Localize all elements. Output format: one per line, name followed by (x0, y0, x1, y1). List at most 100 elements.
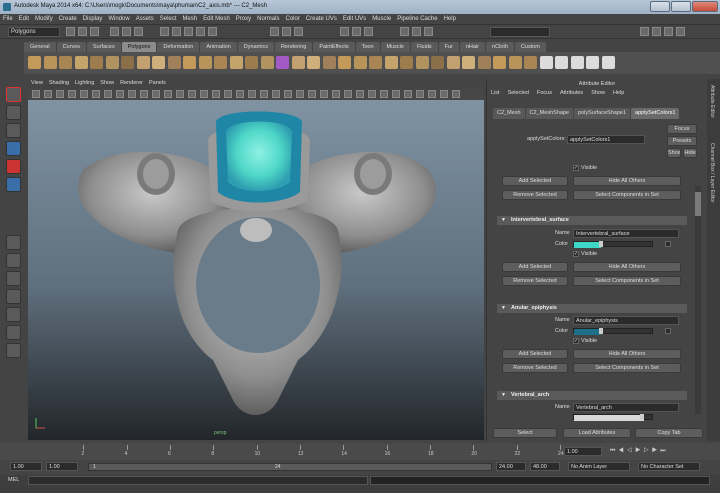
hide-all-others-button[interactable]: Hide All Others (573, 349, 681, 359)
shelf-tool-icon[interactable] (276, 56, 289, 69)
shelf-tool-icon[interactable] (601, 56, 615, 69)
viewport-toolbar-icon[interactable] (176, 90, 184, 98)
set-section-header[interactable]: ▼ Anular_epiphysis (497, 304, 687, 313)
command-input[interactable] (28, 476, 368, 485)
new-scene-icon[interactable] (66, 27, 75, 36)
menu-color[interactable]: Color (282, 14, 302, 22)
pick-mask-icon[interactable] (196, 27, 205, 36)
shelf-tool-icon[interactable] (322, 56, 336, 69)
shelf-tool-icon[interactable] (431, 56, 444, 69)
ae-menu-help[interactable]: Help (609, 89, 628, 97)
focus-button[interactable]: Focus (667, 124, 697, 134)
show-hide-tool-settings-icon[interactable] (664, 27, 673, 36)
viewport-toolbar-icon[interactable] (236, 90, 244, 98)
range-slider[interactable]: 1 24 (88, 463, 492, 471)
viewport-toolbar-icon[interactable] (416, 90, 424, 98)
shelf-tab-painteffects[interactable]: PaintEffects (313, 42, 355, 52)
snap-point-icon[interactable] (294, 27, 303, 36)
scale-tool-icon[interactable] (6, 177, 21, 192)
select-hierarchy-icon[interactable] (110, 27, 119, 36)
visible-checkbox[interactable]: ✓ (573, 338, 579, 344)
node-tab-c2_meshshape[interactable]: C2_MeshShape (525, 108, 573, 119)
history-icon[interactable] (352, 27, 361, 36)
add-selected-button[interactable]: Add Selected (502, 349, 568, 359)
pick-mask-icon[interactable] (172, 27, 181, 36)
shelf-tool-icon[interactable] (539, 56, 553, 69)
menu-edit-mesh[interactable]: Edit Mesh (200, 14, 233, 22)
viewport-toolbar-icon[interactable] (92, 90, 100, 98)
viewport-toolbar-icon[interactable] (164, 90, 172, 98)
ae-menu-show[interactable]: Show (587, 89, 609, 97)
viewport-menu-show[interactable]: Show (97, 79, 117, 87)
shelf-tool-icon[interactable] (415, 56, 429, 69)
shelf-tab-fluids[interactable]: Fluids (410, 42, 438, 52)
shelf-tool-icon[interactable] (74, 56, 88, 69)
attribute-editor-scrollbar[interactable] (695, 186, 701, 414)
shelf-tab-surfaces[interactable]: Surfaces (87, 42, 121, 52)
viewport-toolbar-icon[interactable] (296, 90, 304, 98)
playback-start-field[interactable]: 1.00 (46, 462, 78, 471)
viewport-toolbar-icon[interactable] (404, 90, 412, 98)
shelf-tool-icon[interactable] (260, 56, 274, 69)
select-component-icon[interactable] (134, 27, 143, 36)
command-language-label[interactable]: MEL (8, 477, 19, 483)
viewport-toolbar-icon[interactable] (392, 90, 400, 98)
node-tab-c2_mesh[interactable]: C2_Mesh (493, 108, 525, 119)
menu-help[interactable]: Help (441, 14, 459, 22)
shelf-tool-icon[interactable] (105, 56, 119, 69)
show-hide-channel-box-icon[interactable] (676, 27, 685, 36)
color-swatch[interactable] (574, 242, 601, 248)
history-icon[interactable] (340, 27, 349, 36)
shelf-tool-icon[interactable] (508, 56, 522, 69)
playback-end-field[interactable]: 24.00 (496, 462, 526, 471)
color-swatch[interactable] (574, 329, 601, 335)
shelf-tab-animation[interactable]: Animation (200, 42, 237, 52)
viewport-toolbar-icon[interactable] (56, 90, 64, 98)
viewport-toolbar-icon[interactable] (308, 90, 316, 98)
close-button[interactable] (692, 1, 718, 12)
minimize-button[interactable] (650, 1, 670, 12)
color-picker-icon[interactable] (665, 328, 671, 334)
shelf-tool-icon[interactable] (90, 56, 103, 69)
copy-tab-button[interactable]: Copy Tab (635, 428, 703, 438)
shelf-tool-icon[interactable] (493, 56, 506, 69)
show-hide-attribute-editor-icon[interactable] (652, 27, 661, 36)
viewport-toolbar-icon[interactable] (212, 90, 220, 98)
viewport-toolbar-icon[interactable] (140, 90, 148, 98)
shelf-tool-icon[interactable] (524, 56, 537, 69)
layout-icon[interactable] (6, 343, 21, 358)
shelf-tool-icon[interactable] (446, 56, 460, 69)
viewport-toolbar-icon[interactable] (248, 90, 256, 98)
menu-select[interactable]: Select (157, 14, 180, 22)
viewport-menu-view[interactable]: View (28, 79, 46, 87)
paint-select-tool-icon[interactable] (6, 123, 21, 138)
shelf-tool-icon[interactable] (245, 56, 258, 69)
layout-icon[interactable] (6, 271, 21, 286)
viewport-toolbar-icon[interactable] (44, 90, 52, 98)
shelf-tab-muscle[interactable]: Muscle (380, 42, 410, 52)
viewport-toolbar-icon[interactable] (260, 90, 268, 98)
shelf-tool-icon[interactable] (586, 56, 599, 69)
viewport-toolbar-icon[interactable] (368, 90, 376, 98)
open-scene-icon[interactable] (78, 27, 87, 36)
menu-create[interactable]: Create (56, 14, 80, 22)
menu-create-uvs[interactable]: Create UVs (303, 14, 340, 22)
viewport-toolbar-icon[interactable] (152, 90, 160, 98)
hide-all-others-button[interactable]: Hide All Others (573, 262, 681, 272)
single-perspective-layout-icon[interactable] (6, 235, 21, 250)
shelf-tool-icon[interactable] (121, 56, 134, 69)
ae-menu-list[interactable]: List (487, 89, 504, 97)
render-icon[interactable] (400, 27, 409, 36)
set-name-field[interactable]: Vertebral_arch (573, 403, 679, 412)
viewport-toolbar-icon[interactable] (452, 90, 460, 98)
pick-mask-icon[interactable] (160, 27, 169, 36)
menu-edit[interactable]: Edit (16, 14, 32, 22)
channel-box-side-tab[interactable]: Channel Box / Layer Editor (709, 143, 715, 203)
hide-button[interactable]: Hide (683, 148, 697, 158)
shelf-tab-dynamics[interactable]: Dynamics (237, 42, 274, 52)
shelf-tool-icon[interactable] (462, 56, 475, 69)
viewport-toolbar-icon[interactable] (224, 90, 232, 98)
shelf-tool-icon[interactable] (214, 56, 227, 69)
viewport-toolbar-icon[interactable] (344, 90, 352, 98)
snap-curve-icon[interactable] (282, 27, 291, 36)
